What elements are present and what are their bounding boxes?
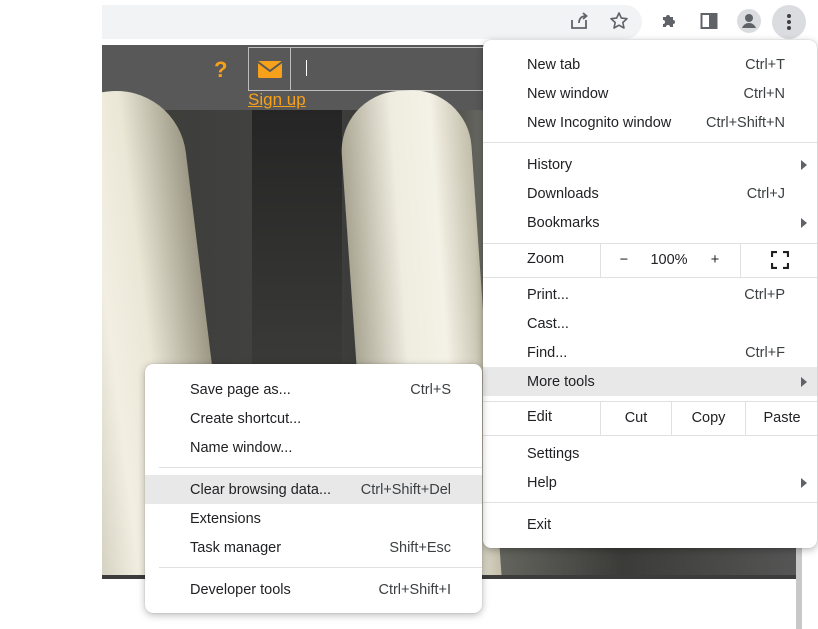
shortcut-label: Ctrl+Shift+N xyxy=(706,114,785,131)
paste-button[interactable]: Paste xyxy=(745,401,818,435)
menu-item-new-tab[interactable]: New tab Ctrl+T xyxy=(483,50,817,79)
zoom-row: Zoom − 100% + xyxy=(483,243,817,277)
menu-item-create-shortcut[interactable]: Create shortcut... xyxy=(145,404,482,433)
menu-item-downloads[interactable]: Downloads Ctrl+J xyxy=(483,179,817,208)
menu-item-cast[interactable]: Cast... xyxy=(483,309,817,338)
menu-item-print[interactable]: Print... Ctrl+P xyxy=(483,280,817,309)
star-icon[interactable] xyxy=(606,8,632,34)
three-dot-menu-icon[interactable] xyxy=(772,5,806,39)
shortcut-label: Ctrl+P xyxy=(744,286,785,303)
zoom-level: 100% xyxy=(650,252,688,268)
chrome-main-menu: New tab Ctrl+T New window Ctrl+N New Inc… xyxy=(483,40,817,548)
sign-up-link[interactable]: Sign up xyxy=(248,90,306,110)
menu-divider xyxy=(159,467,482,468)
menu-item-developer-tools[interactable]: Developer tools Ctrl+Shift+I xyxy=(145,575,482,604)
menu-divider xyxy=(483,435,817,436)
menu-divider xyxy=(483,142,817,143)
shortcut-label: Ctrl+F xyxy=(745,344,785,361)
submenu-arrow-icon xyxy=(801,477,807,488)
profile-icon[interactable] xyxy=(736,8,762,34)
menu-item-new-window[interactable]: New window Ctrl+N xyxy=(483,79,817,108)
edit-row: Edit Cut Copy Paste xyxy=(483,401,817,435)
puzzle-icon[interactable] xyxy=(656,8,682,34)
menu-item-help[interactable]: Help xyxy=(483,468,817,497)
menu-divider xyxy=(483,502,817,503)
submenu-arrow-icon xyxy=(801,376,807,387)
menu-item-save-page-as[interactable]: Save page as... Ctrl+S xyxy=(145,375,482,404)
shortcut-label: Ctrl+Shift+Del xyxy=(360,481,451,498)
menu-item-find[interactable]: Find... Ctrl+F xyxy=(483,338,817,367)
menu-item-history[interactable]: History xyxy=(483,150,817,179)
more-tools-submenu: Save page as... Ctrl+S Create shortcut..… xyxy=(145,364,482,613)
menu-item-more-tools[interactable]: More tools xyxy=(483,367,817,396)
copy-button[interactable]: Copy xyxy=(671,401,745,435)
menu-item-clear-browsing-data[interactable]: Clear browsing data... Ctrl+Shift+Del xyxy=(145,475,482,504)
menu-item-name-window[interactable]: Name window... xyxy=(145,433,482,462)
menu-item-task-manager[interactable]: Task manager Shift+Esc xyxy=(145,533,482,562)
help-icon[interactable]: ? xyxy=(214,57,227,83)
envelope-icon xyxy=(257,61,283,78)
menu-item-exit[interactable]: Exit xyxy=(483,510,817,539)
submenu-arrow-icon xyxy=(801,159,807,170)
menu-item-settings[interactable]: Settings xyxy=(483,439,817,468)
menu-item-bookmarks[interactable]: Bookmarks xyxy=(483,208,817,237)
shortcut-label: Ctrl+J xyxy=(746,185,785,202)
shortcut-label: Ctrl+Shift+I xyxy=(378,581,451,598)
menu-divider xyxy=(159,567,482,568)
text-caret xyxy=(306,60,307,76)
shortcut-label: Ctrl+S xyxy=(410,381,451,398)
site-search-input[interactable] xyxy=(290,47,492,91)
shortcut-label: Ctrl+N xyxy=(743,85,786,102)
mail-button[interactable] xyxy=(248,47,291,91)
share-icon[interactable] xyxy=(566,8,592,34)
address-bar[interactable] xyxy=(102,5,642,39)
zoom-in-button[interactable]: + xyxy=(692,243,738,277)
menu-item-new-incognito-window[interactable]: New Incognito window Ctrl+Shift+N xyxy=(483,108,817,137)
submenu-arrow-icon xyxy=(801,217,807,228)
menu-item-extensions[interactable]: Extensions xyxy=(145,504,482,533)
side-panel-icon[interactable] xyxy=(696,8,722,34)
shortcut-label: Shift+Esc xyxy=(389,539,451,556)
menu-divider xyxy=(483,277,817,278)
zoom-out-button[interactable]: − xyxy=(600,243,647,277)
cut-button[interactable]: Cut xyxy=(600,401,671,435)
fullscreen-icon[interactable] xyxy=(740,243,818,277)
shortcut-label: Ctrl+T xyxy=(745,56,785,73)
